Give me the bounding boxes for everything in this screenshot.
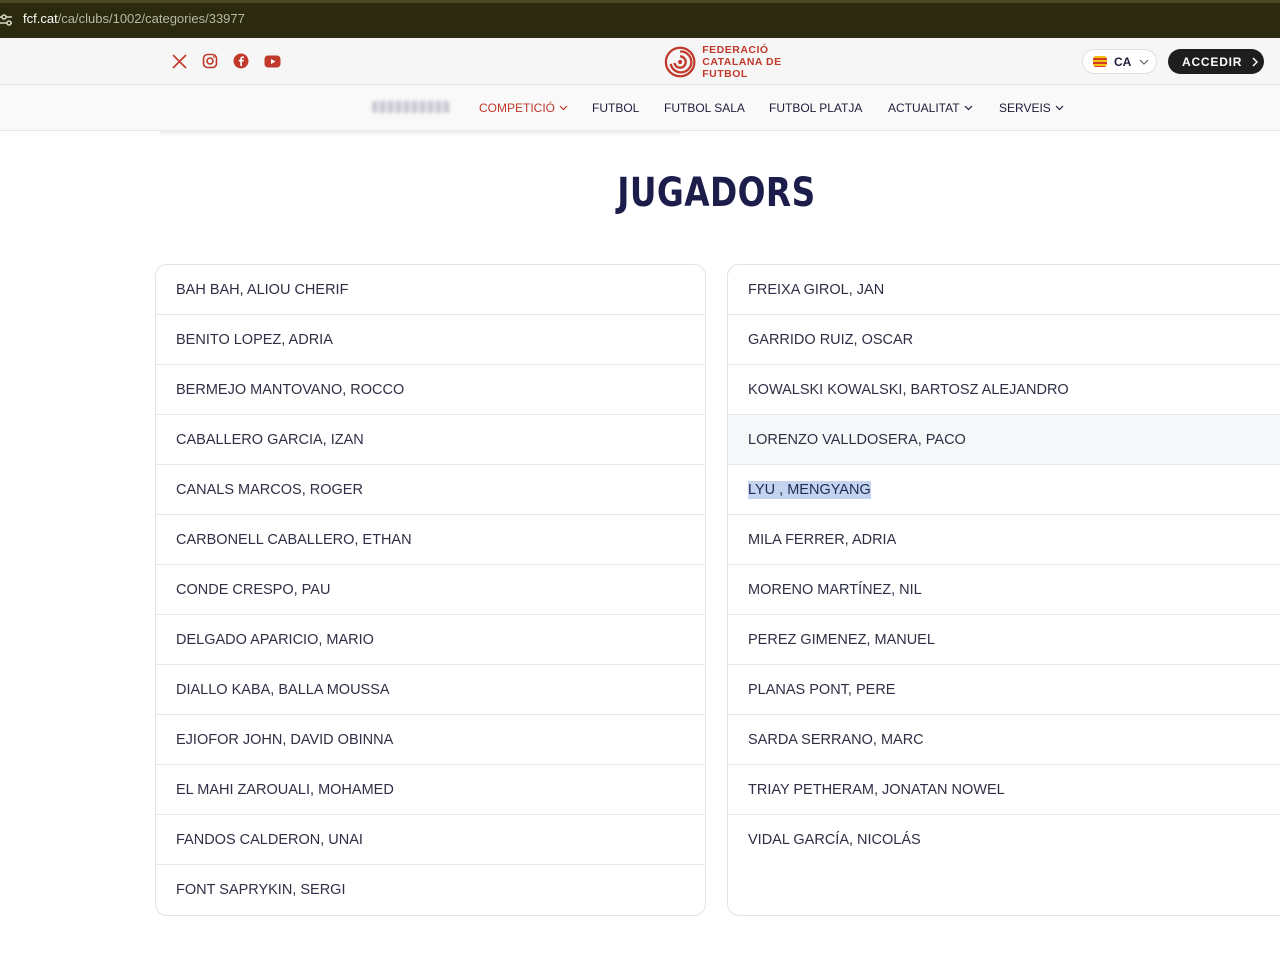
nav-item-competicio[interactable]: COMPETICIÓ — [479, 101, 568, 115]
player-row[interactable]: KOWALSKI KOWALSKI, BARTOSZ ALEJANDRO — [728, 365, 1280, 415]
chevron-down-icon — [1139, 59, 1149, 65]
player-name: TRIAY PETHERAM, JONATAN NOWEL — [748, 781, 1005, 798]
player-row[interactable]: VIDAL GARCÍA, NICOLÁS — [728, 815, 1280, 865]
player-name: CABALLERO GARCIA, IZAN — [176, 431, 364, 448]
nav-label: ACTUALITAT — [888, 101, 960, 115]
player-row[interactable]: PLANAS PONT, PERE — [728, 665, 1280, 715]
logo-line-1: FEDERACIÓ — [702, 44, 769, 56]
catalan-flag-icon — [1093, 56, 1107, 67]
player-name: PLANAS PONT, PERE — [748, 681, 896, 698]
nav-label: COMPETICIÓ — [479, 101, 556, 115]
login-label: ACCEDIR — [1182, 54, 1243, 69]
player-row[interactable]: GARRIDO RUIZ, OSCAR — [728, 315, 1280, 365]
player-name: PEREZ GIMENEZ, MANUEL — [748, 631, 935, 648]
player-row[interactable]: CANALS MARCOS, ROGER — [156, 465, 705, 515]
player-row[interactable]: FONT SAPRYKIN, SERGI — [156, 865, 705, 915]
chevron-right-icon — [1252, 56, 1259, 67]
language-label: CA — [1114, 54, 1132, 69]
player-row[interactable]: SARDA SERRANO, MARC — [728, 715, 1280, 765]
nav-label: FUTBOL SALA — [664, 101, 745, 115]
player-name: MILA FERRER, ADRIA — [748, 531, 897, 548]
main-nav — [0, 85, 1280, 131]
player-row[interactable]: LORENZO VALLDOSERA, PACO — [728, 415, 1280, 465]
player-row[interactable]: LYU , MENGYANG — [728, 465, 1280, 515]
player-row[interactable]: DIALLO KABA, BALLA MOUSSA — [156, 665, 705, 715]
player-row[interactable]: CARBONELL CABALLERO, ETHAN — [156, 515, 705, 565]
player-row[interactable]: CABALLERO GARCIA, IZAN — [156, 415, 705, 465]
player-name: MORENO MARTÍNEZ, NIL — [748, 581, 922, 598]
browser-address-bar: fcf.cat/ca/clubs/1002/categories/33977 — [0, 0, 1280, 38]
site-header: FEDERACIÓ CATALANA DE FUTBOL CA ACCEDIR — [0, 38, 1280, 85]
login-button[interactable]: ACCEDIR — [1168, 49, 1264, 74]
url-path: /ca/clubs/1002/categories/33977 — [57, 11, 245, 26]
player-name: KOWALSKI KOWALSKI, BARTOSZ ALEJANDRO — [748, 381, 1069, 398]
logo-line-2: CATALANA DE FUTBOL — [702, 56, 782, 80]
player-name: BENITO LOPEZ, ADRIA — [176, 331, 333, 348]
chevron-down-icon — [559, 105, 568, 111]
player-row[interactable]: TRIAY PETHERAM, JONATAN NOWEL — [728, 765, 1280, 815]
nav-item-serveis[interactable]: SERVEIS — [999, 101, 1064, 115]
player-name: CARBONELL CABALLERO, ETHAN — [176, 531, 412, 548]
player-name: FREIXA GIROL, JAN — [748, 281, 885, 298]
player-name: SARDA SERRANO, MARC — [748, 731, 924, 748]
language-selector[interactable]: CA — [1082, 49, 1157, 74]
player-row[interactable]: PEREZ GIMENEZ, MANUEL — [728, 615, 1280, 665]
nav-label: FUTBOL PLATJA — [769, 101, 863, 115]
player-name: EL MAHI ZAROUALI, MOHAMED — [176, 781, 394, 798]
nav-item-futbol[interactable]: FUTBOL — [592, 101, 639, 115]
player-name: FANDOS CALDERON, UNAI — [176, 831, 363, 848]
players-list-left: BAH BAH, ALIOU CHERIF BENITO LOPEZ, ADRIA… — [155, 264, 706, 916]
nav-label: SERVEIS — [999, 101, 1051, 115]
nav-item-actualitat[interactable]: ACTUALITAT — [888, 101, 973, 115]
chevron-down-icon — [964, 105, 972, 111]
nav-label: FUTBOL — [592, 101, 640, 115]
url-field[interactable]: fcf.cat/ca/clubs/1002/categories/33977 — [23, 11, 245, 26]
player-row[interactable]: MILA FERRER, ADRIA — [728, 515, 1280, 565]
x-icon[interactable] — [170, 52, 188, 70]
player-row[interactable]: BERMEJO MANTOVANO, ROCCO — [156, 365, 705, 415]
player-name: BAH BAH, ALIOU CHERIF — [176, 281, 349, 298]
fcf-emblem-icon — [664, 46, 696, 78]
player-name: CANALS MARCOS, ROGER — [176, 481, 363, 498]
player-row[interactable]: BENITO LOPEZ, ADRIA — [156, 315, 705, 365]
youtube-icon[interactable] — [263, 52, 281, 70]
player-row[interactable]: EJIOFOR JOHN, DAVID OBINNA — [156, 715, 705, 765]
player-row[interactable]: CONDE CRESPO, PAU — [156, 565, 705, 615]
player-row[interactable]: DELGADO APARICIO, MARIO — [156, 615, 705, 665]
player-row[interactable]: FREIXA GIROL, JAN — [728, 265, 1280, 315]
player-name: CONDE CRESPO, PAU — [176, 581, 331, 598]
facebook-icon[interactable] — [232, 52, 250, 70]
player-row[interactable]: FANDOS CALDERON, UNAI — [156, 815, 705, 865]
fcf-logo[interactable]: FEDERACIÓ CATALANA DE FUTBOL — [664, 44, 824, 80]
player-name: LYU , MENGYANG — [748, 480, 871, 499]
url-host: fcf.cat — [23, 11, 58, 26]
site-settings-icon[interactable] — [0, 12, 14, 28]
blurred-nav-item[interactable] — [372, 101, 450, 113]
player-row[interactable]: BAH BAH, ALIOU CHERIF — [156, 265, 705, 315]
chevron-down-icon — [1055, 105, 1064, 111]
player-row[interactable]: EL MAHI ZAROUALI, MOHAMED — [156, 765, 705, 815]
instagram-icon[interactable] — [201, 52, 219, 70]
page-title: JUGADORS — [617, 170, 816, 216]
player-name: DELGADO APARICIO, MARIO — [176, 631, 374, 648]
logo-text: FEDERACIÓ CATALANA DE FUTBOL — [702, 44, 824, 80]
player-name: BERMEJO MANTOVANO, ROCCO — [176, 381, 405, 398]
player-name: LORENZO VALLDOSERA, PACO — [748, 431, 966, 448]
player-name: VIDAL GARCÍA, NICOLÁS — [748, 832, 921, 848]
players-list-right: FREIXA GIROL, JAN GARRIDO RUIZ, OSCAR KOWA… — [727, 264, 1280, 916]
player-name: GARRIDO RUIZ, OSCAR — [748, 331, 914, 348]
player-row[interactable]: MORENO MARTÍNEZ, NIL — [728, 565, 1280, 615]
player-name: DIALLO KABA, BALLA MOUSSA — [176, 681, 390, 698]
dropdown-shadow — [160, 131, 680, 137]
player-name: FONT SAPRYKIN, SERGI — [176, 882, 346, 898]
nav-item-futbol-sala[interactable]: FUTBOL SALA — [664, 101, 745, 115]
player-name: EJIOFOR JOHN, DAVID OBINNA — [176, 731, 394, 748]
nav-item-futbol-platja[interactable]: FUTBOL PLATJA — [769, 101, 862, 115]
